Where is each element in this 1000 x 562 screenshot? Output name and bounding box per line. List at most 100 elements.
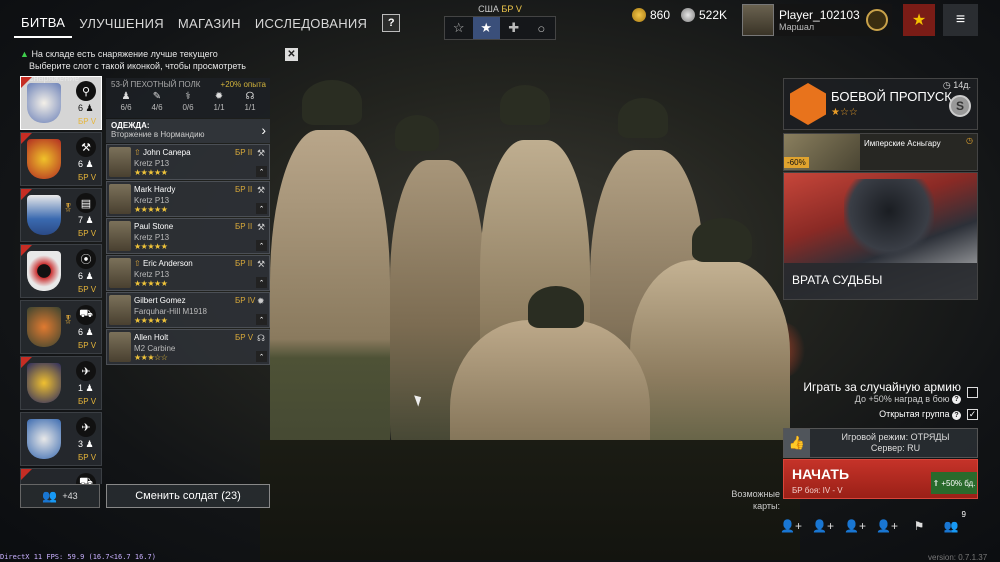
soldier-portrait <box>109 295 131 325</box>
soldier-br: БР II <box>235 148 253 157</box>
add-friend-icon[interactable]: 👤+ <box>812 516 834 536</box>
circle-icon[interactable]: ○ <box>528 17 556 39</box>
paratrooper-icon: ⚲ <box>76 81 96 101</box>
help-button[interactable]: ? <box>382 14 401 32</box>
squad-card-5[interactable]: 🎖 ⛟ 6 ♟ БР V <box>20 300 102 354</box>
event-card[interactable]: ВРАТА СУДЬБЫ <box>783 172 978 300</box>
squad-card-7[interactable]: ✈ 3 ♟ БР V <box>20 412 102 466</box>
possible-maps-label[interactable]: Возможные карты: <box>720 488 780 512</box>
menu-icon[interactable]: ≡ <box>943 4 978 36</box>
soldier-row[interactable]: Allen Holt M2 Carbine ★★★☆☆ БР V ☊ ⌃ <box>106 329 270 365</box>
upgrade-icon[interactable]: ⌃ <box>256 203 267 214</box>
upgrade-icon[interactable]: ⌃ <box>256 240 267 251</box>
stat-medics: ⚕ 0/6 <box>173 91 203 112</box>
player-profile[interactable]: Player_102103 Маршал <box>742 4 892 36</box>
upgrade-icon[interactable]: ⌃ <box>256 277 267 288</box>
event-art <box>844 179 934 259</box>
soldier-icon: ♟ <box>121 91 131 102</box>
squad-card-1[interactable]: ⚲ 6 ♟ БР V <box>20 76 102 130</box>
squad-count: 3 ♟ <box>78 439 94 449</box>
nation-name: США <box>478 4 499 14</box>
silver-amount: 522K <box>699 8 728 22</box>
open-group-checkbox[interactable]: ✓ <box>967 409 978 420</box>
add-friend-icon[interactable]: 👤+ <box>780 516 802 536</box>
nation-tabs: ☆ ★ ✚ ○ <box>444 16 556 40</box>
army-star-button[interactable]: ★ <box>903 4 935 36</box>
start-br: БР боя: IV - V <box>792 486 843 495</box>
soldier-weapon: M2 Carbine <box>134 344 176 353</box>
add-friend-icon[interactable]: 👤+ <box>876 516 898 536</box>
squad-emblem <box>27 139 61 179</box>
soldier-br: БР IV <box>235 296 256 305</box>
upgrade-arrow-icon: ▲ <box>20 49 29 59</box>
clock-icon: ◷ <box>966 136 973 145</box>
add-friend-icon[interactable]: 👤+ <box>844 516 866 536</box>
star-icon[interactable]: ★ <box>472 17 500 39</box>
soldier-weapon: Kretz P13 <box>134 233 170 242</box>
stat-soldiers: ♟ 6/6 <box>111 91 141 112</box>
star-outline-icon[interactable]: ☆ <box>445 17 473 39</box>
tab-battle[interactable]: БИТВА <box>14 9 73 38</box>
gold-display[interactable]: 860 <box>632 6 670 24</box>
random-army-option[interactable]: Играть за случайную армию До +50% наград… <box>803 380 978 405</box>
upgrade-icon[interactable]: ⌃ <box>256 166 267 177</box>
tab-research[interactable]: ИССЛЕДОВАНИЯ <box>248 10 374 37</box>
outfit-selector[interactable]: ОДЕЖДА: Вторжение в Нормандию › <box>106 119 270 143</box>
soldier-row[interactable]: Gilbert Gomez Farquhar-Hill M1918 ★★★★★ … <box>106 292 270 328</box>
avatar <box>742 4 774 36</box>
silver-coin-icon <box>681 8 695 22</box>
soldier-weapon: Kretz P13 <box>134 270 170 279</box>
wrench-icon: ⚒ <box>257 148 266 158</box>
change-soldier-button[interactable]: Сменить солдат (23) <box>106 484 270 508</box>
friends-icon[interactable]: 👥 9 <box>940 510 966 536</box>
battle-pass-emblem <box>790 83 826 125</box>
battle-pass-card[interactable]: БОЕВОЙ ПРОПУСК ★☆☆ ◷ 14д. S <box>783 78 978 130</box>
tab-shop[interactable]: МАГАЗИН <box>171 10 248 37</box>
squad-br: БР V <box>78 397 97 406</box>
offer-title: Имперские Асньгару <box>864 139 941 148</box>
soldier-name: ⇧ Eric Anderson <box>134 259 193 268</box>
reserve-button[interactable]: 👥 +43 <box>20 484 100 508</box>
tab-upgrades[interactable]: УЛУЧШЕНИЯ <box>72 10 171 37</box>
cross-icon[interactable]: ✚ <box>500 17 528 39</box>
new-corner-flag <box>21 469 32 480</box>
engineer-icon: ⚒ <box>76 137 96 157</box>
soldier-row[interactable]: Paul Stone Kretz P13 ★★★★★ БР II ⚒ ⌃ <box>106 218 270 254</box>
squad-count: 1 ♟ <box>78 383 94 393</box>
random-army-checkbox[interactable] <box>967 386 978 398</box>
mode-line-1: Игровой режим: ОТРЯДЫ <box>841 432 950 442</box>
upgrade-icon[interactable]: ⌃ <box>256 314 267 325</box>
soldier-row[interactable]: Mark Hardy Kretz P13 ★★★★★ БР II ⚒ ⌃ <box>106 181 270 217</box>
start-button[interactable]: НАЧАТЬ БР боя: IV - V ⇑ +50% бд. <box>783 459 978 499</box>
silver-display[interactable]: 522K <box>681 6 727 24</box>
chevron-right-icon: › <box>261 122 266 138</box>
thumbs-up-icon[interactable]: 👍 <box>784 429 810 457</box>
stat-engineers: ✎ 4/6 <box>142 91 172 112</box>
flame-icon: ✹ <box>214 91 224 102</box>
soldier-row[interactable]: ⇧ Eric Anderson Kretz P13 ★★★★★ БР II ⚒ … <box>106 255 270 291</box>
soldier-portrait <box>109 184 131 214</box>
nation-selector: США БР V ☆ ★ ✚ ○ <box>444 4 556 40</box>
squad-card-4[interactable]: ⦿ 6 ♟ БР V <box>20 244 102 298</box>
soldier-br: БР II <box>235 222 253 231</box>
squad-card-2[interactable]: ⚒ 6 ♟ БР V <box>20 132 102 186</box>
wrench-icon: ✎ <box>152 91 162 102</box>
squad-card-3[interactable]: 🎖 ▤ 7 ♟ БР V <box>20 188 102 242</box>
helmet-3 <box>500 85 550 125</box>
squad-count: 6 ♟ <box>78 327 94 337</box>
close-icon[interactable]: ✕ <box>285 48 298 61</box>
help-icon: ? <box>952 410 961 420</box>
soldier-stars: ★★★★★ <box>134 242 168 251</box>
boost-badge[interactable]: ⇑ +50% бд. <box>931 472 977 494</box>
squad-br: БР V <box>78 229 97 238</box>
soldier-br: БР V <box>235 333 254 342</box>
squad-card-8[interactable]: ⛟ <box>20 468 102 484</box>
squad-card-6[interactable]: ✈ 1 ♟ БР V <box>20 356 102 410</box>
game-mode-bar[interactable]: 👍 Игровой режим: ОТРЯДЫ Сервер: RU <box>783 428 978 458</box>
upgrade-icon[interactable]: ⌃ <box>256 351 267 362</box>
offer-card[interactable]: -60% Имперские Асньгару ◷ <box>783 133 978 171</box>
soldier-row[interactable]: ⇧ John Canepa Kretz P13 ★★★★★ БР II ⚒ ⌃ <box>106 144 270 180</box>
open-group-option[interactable]: Открытая группа ? ✓ <box>879 409 978 420</box>
plane-icon: ✈ <box>76 361 96 381</box>
flag-icon[interactable]: ⚑ <box>908 516 930 536</box>
